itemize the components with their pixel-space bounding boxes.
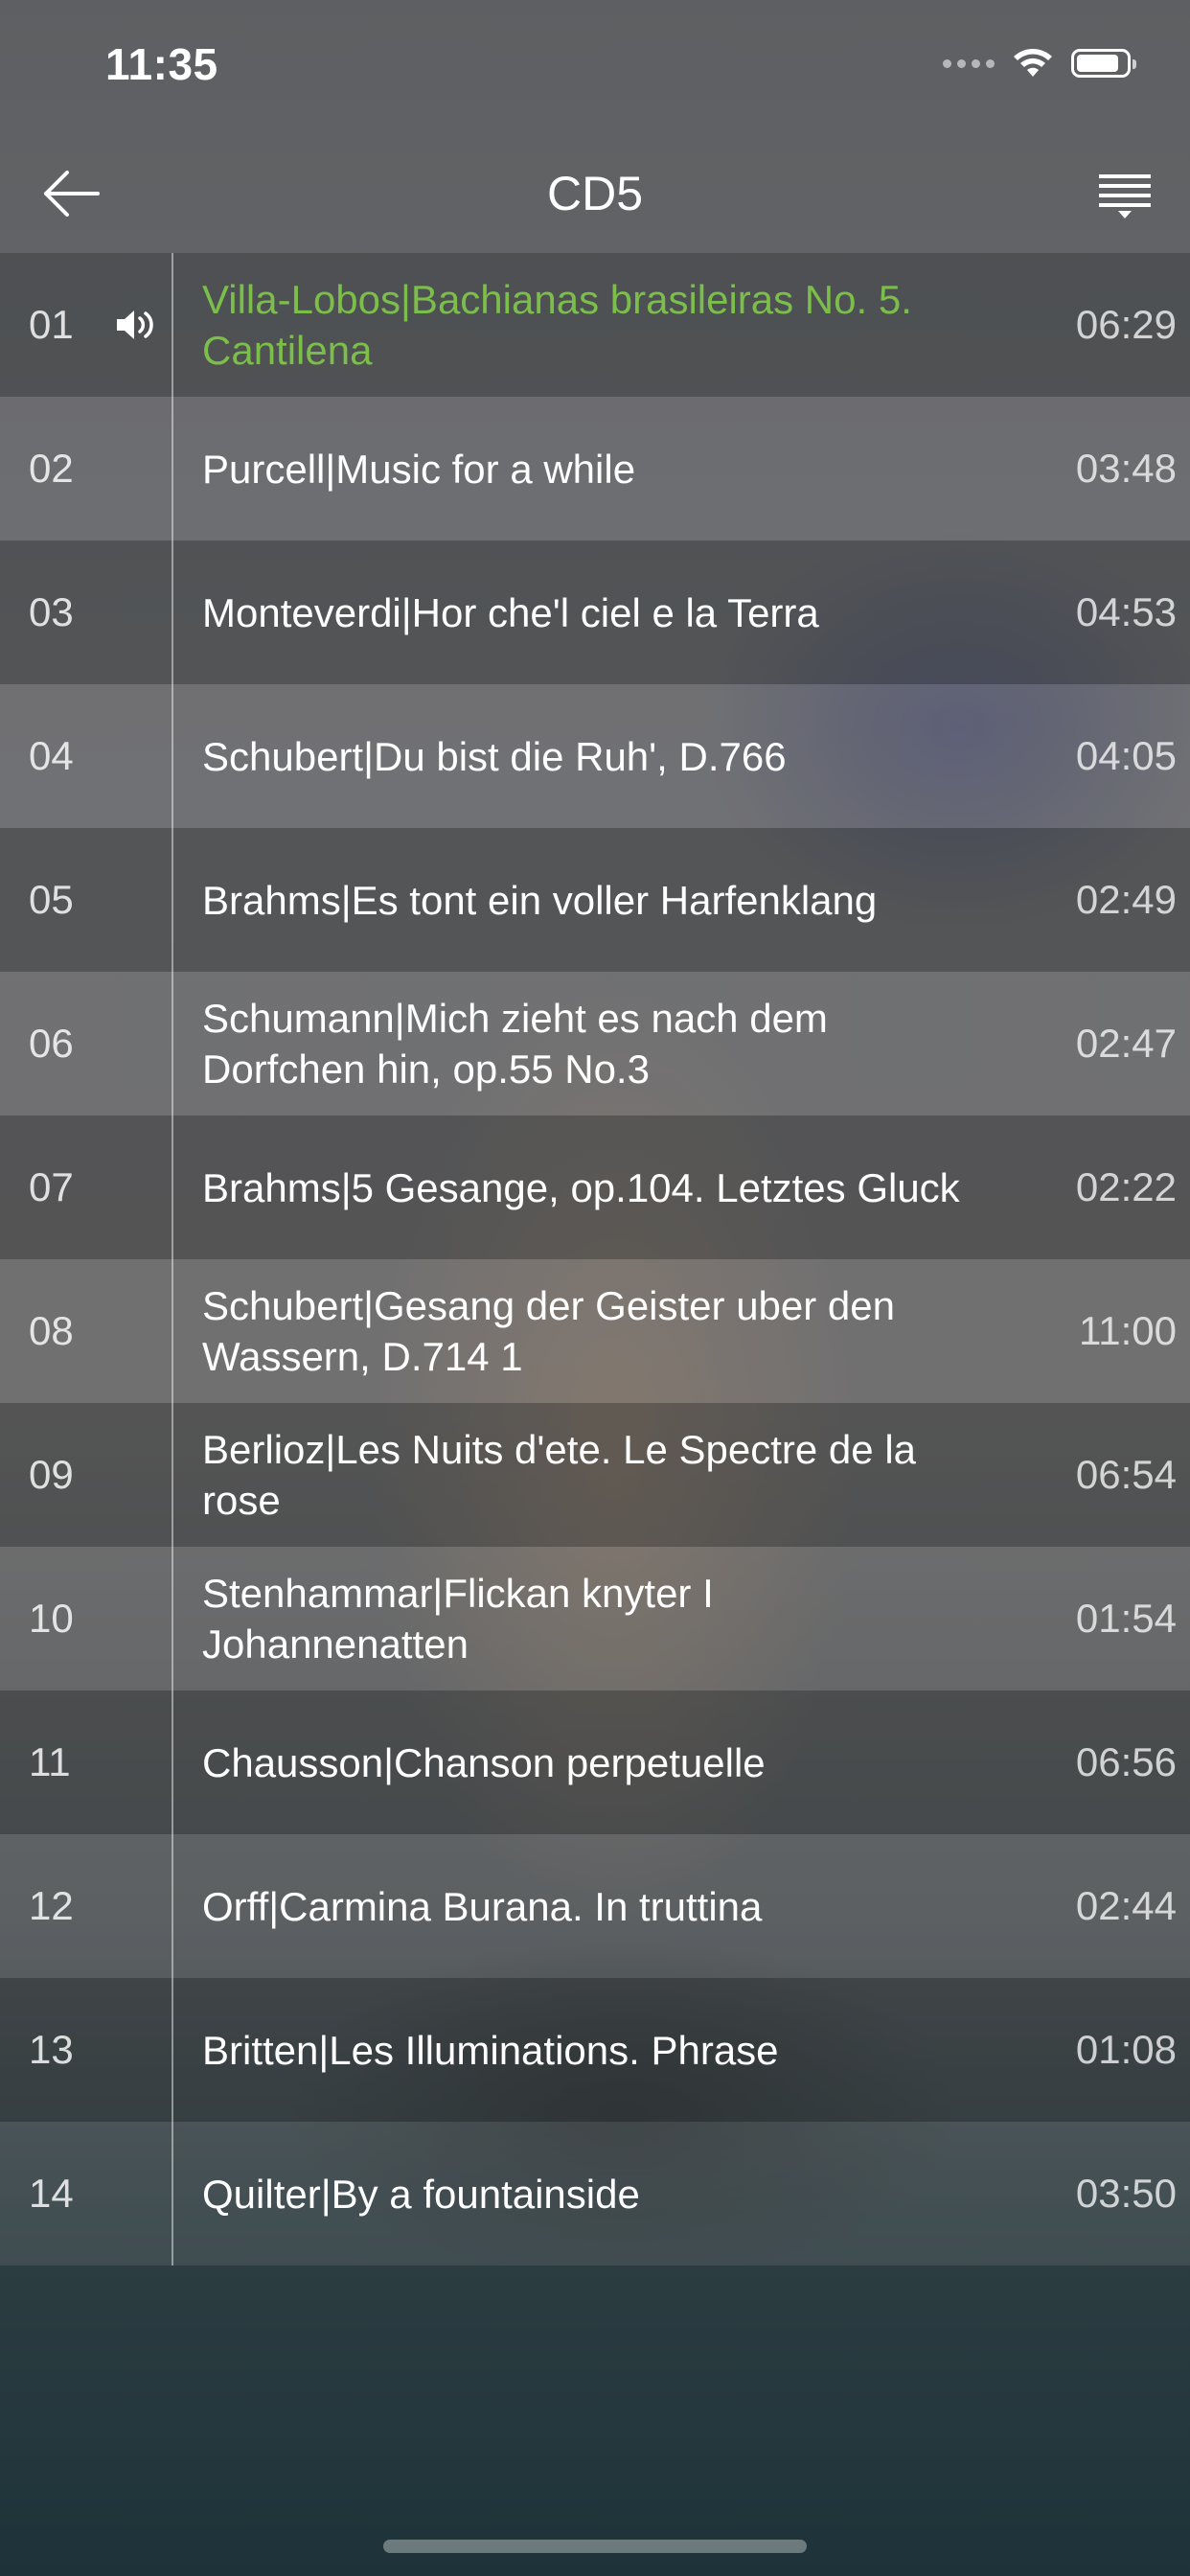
track-title: Villa-Lobos|Bachianas brasileiras No. 5.… — [202, 277, 912, 373]
track-row[interactable]: 02 Purcell|Music for a while 03:48 — [0, 397, 1190, 540]
list-menu-icon — [1099, 174, 1151, 218]
page-title: CD5 — [546, 167, 644, 220]
track-title: Orff|Carmina Burana. In truttina — [202, 1883, 763, 1929]
track-number: 05 — [29, 877, 74, 922]
track-duration: 02:44 — [1075, 1883, 1177, 1928]
track-row[interactable]: 14 Quilter|By a fountainside 03:50 — [0, 2122, 1190, 2266]
track-title: Monteverdi|Hor che'l ciel e la Terra — [202, 589, 819, 635]
track-number-divider — [172, 253, 173, 2266]
track-row[interactable]: 13 Britten|Les Illuminations. Phrase 01:… — [0, 1978, 1190, 2122]
track-number: 03 — [29, 589, 74, 634]
track-duration: 01:54 — [1075, 1596, 1177, 1641]
track-duration: 02:22 — [1075, 1164, 1177, 1209]
track-title: Schubert|Gesang der Geister uber den Was… — [202, 1283, 896, 1379]
track-number: 13 — [29, 2027, 74, 2072]
track-number: 08 — [29, 1308, 74, 1353]
track-row[interactable]: 10 Stenhammar|Flickan knyter I Johannena… — [0, 1547, 1190, 1690]
nav-bar: CD5 — [0, 134, 1190, 253]
track-row[interactable]: 04 Schubert|Du bist die Ruh', D.766 04:0… — [0, 684, 1190, 828]
status-icons — [943, 44, 1136, 82]
speaker-playing-icon — [117, 310, 153, 339]
track-row[interactable]: 06 Schumann|Mich zieht es nach dem Dorfc… — [0, 972, 1190, 1116]
track-number: 02 — [29, 446, 74, 491]
track-title: Schubert|Du bist die Ruh', D.766 — [202, 733, 787, 779]
track-number: 10 — [29, 1596, 74, 1641]
track-row[interactable]: 12 Orff|Carmina Burana. In truttina 02:4… — [0, 1834, 1190, 1978]
home-indicator[interactable] — [383, 2540, 807, 2553]
track-row[interactable]: 09 Berlioz|Les Nuits d'ete. Le Spectre d… — [0, 1403, 1190, 1547]
wifi-icon — [1014, 49, 1052, 77]
track-duration: 03:50 — [1075, 2171, 1177, 2216]
track-row[interactable]: 07 Brahms|5 Gesange, op.104. Letztes Glu… — [0, 1116, 1190, 1259]
track-number: 06 — [29, 1021, 74, 1066]
track-number: 11 — [29, 1739, 71, 1784]
track-row[interactable]: 08 Schubert|Gesang der Geister uber den … — [0, 1259, 1190, 1403]
track-title: Stenhammar|Flickan knyter I Johannenatte… — [202, 1571, 714, 1667]
track-duration: 04:53 — [1075, 589, 1177, 634]
track-duration: 06:56 — [1075, 1739, 1177, 1784]
track-number: 12 — [29, 1883, 74, 1928]
track-duration: 04:05 — [1075, 733, 1177, 778]
track-number: 09 — [29, 1452, 74, 1497]
track-duration: 11:00 — [1079, 1308, 1177, 1353]
track-number: 07 — [29, 1164, 74, 1209]
track-duration: 01:08 — [1075, 2027, 1177, 2072]
track-title: Schumann|Mich zieht es nach dem Dorfchen… — [202, 996, 828, 1092]
track-duration: 06:54 — [1075, 1452, 1177, 1497]
track-row[interactable]: 05 Brahms|Es tont ein voller Harfenklang… — [0, 828, 1190, 972]
track-duration: 02:49 — [1075, 877, 1177, 922]
track-number: 04 — [29, 733, 74, 778]
track-title: Purcell|Music for a while — [202, 446, 636, 492]
track-title: Brahms|5 Gesange, op.104. Letztes Gluck — [202, 1164, 960, 1210]
cellular-signal-icon — [943, 58, 995, 68]
track-list: 01 Villa-Lobos|Bachianas brasileiras No.… — [0, 253, 1190, 2266]
battery-icon — [1071, 49, 1136, 78]
track-row[interactable]: 03 Monteverdi|Hor che'l ciel e la Terra … — [0, 540, 1190, 684]
track-duration: 02:47 — [1075, 1021, 1177, 1066]
status-time: 11:35 — [105, 39, 218, 89]
track-title: Brahms|Es tont ein voller Harfenklang — [202, 877, 878, 923]
track-title: Berlioz|Les Nuits d'ete. Le Spectre de l… — [202, 1427, 917, 1523]
track-title: Britten|Les Illuminations. Phrase — [202, 2027, 779, 2073]
track-row[interactable]: 01 Villa-Lobos|Bachianas brasileiras No.… — [0, 253, 1190, 397]
track-duration: 03:48 — [1075, 446, 1177, 491]
status-bar: 11:35 — [0, 0, 1190, 134]
track-row[interactable]: 11 Chausson|Chanson perpetuelle 06:56 — [0, 1690, 1190, 1834]
track-number: 14 — [29, 2171, 74, 2216]
track-duration: 06:29 — [1075, 302, 1177, 347]
playlist-menu-button[interactable] — [1090, 161, 1159, 230]
track-title: Quilter|By a fountainside — [202, 2171, 640, 2217]
track-title: Chausson|Chanson perpetuelle — [202, 1739, 766, 1785]
track-number: 01 — [29, 302, 74, 347]
